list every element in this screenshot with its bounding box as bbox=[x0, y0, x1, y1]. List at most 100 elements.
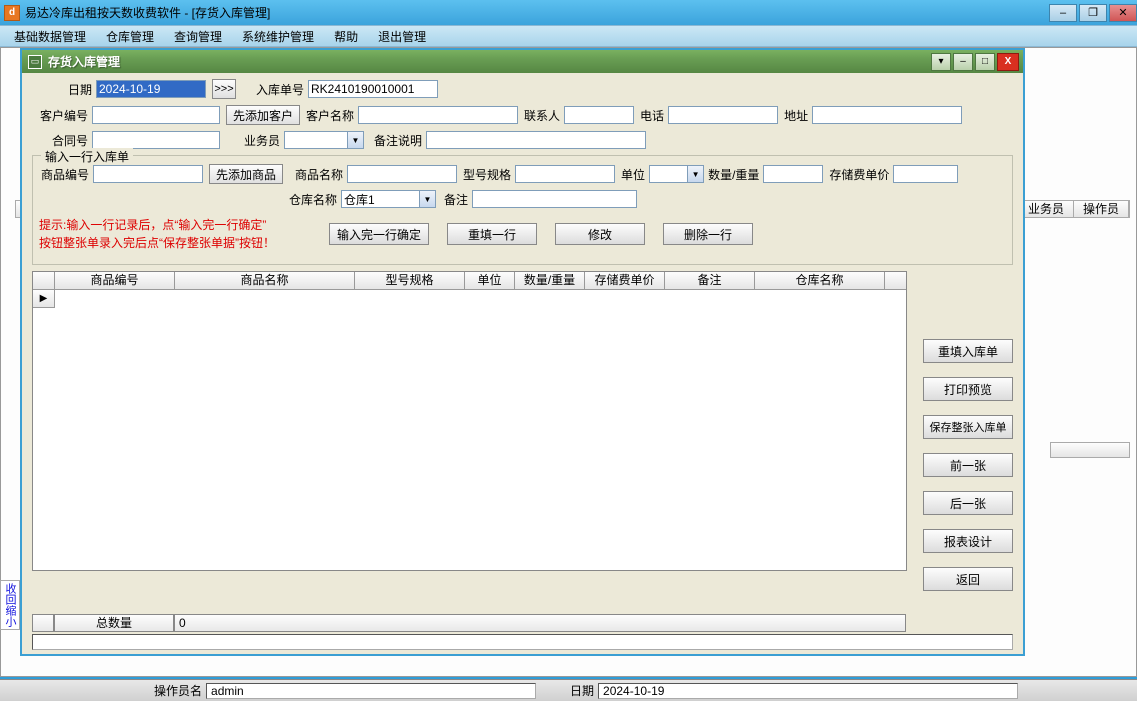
main-minimize-button[interactable]: – bbox=[1049, 4, 1077, 22]
inbound-no-input[interactable] bbox=[308, 80, 438, 98]
line-entry-group: 输入一行入库单 商品编号 先添加商品 商品名称 型号规格 单位 ▼ 数量/重量 … bbox=[32, 155, 1013, 265]
refill-line-button[interactable]: 重填一行 bbox=[447, 223, 537, 245]
contract-input[interactable] bbox=[92, 131, 220, 149]
status-operator-value: admin bbox=[206, 683, 536, 699]
product-no-label: 商品编号 bbox=[39, 166, 89, 183]
grid-header-product-name[interactable]: 商品名称 bbox=[175, 272, 355, 289]
salesman-combo[interactable]: ▼ bbox=[284, 131, 364, 149]
report-design-button[interactable]: 报表设计 bbox=[923, 529, 1013, 553]
confirm-line-button[interactable]: 输入完一行确定 bbox=[329, 223, 429, 245]
customer-no-input[interactable] bbox=[92, 106, 220, 124]
customer-no-label: 客户编号 bbox=[32, 107, 88, 124]
app-icon: d bbox=[4, 5, 20, 21]
child-restore-button[interactable]: ▾ bbox=[931, 53, 951, 71]
grid-header-spec[interactable]: 型号规格 bbox=[355, 272, 465, 289]
add-product-button[interactable]: 先添加商品 bbox=[209, 164, 283, 184]
chevron-down-icon: ▼ bbox=[347, 132, 363, 148]
date-picker-button[interactable]: >>> bbox=[212, 79, 236, 99]
items-grid[interactable]: 商品编号 商品名称 型号规格 单位 数量/重量 存储费单价 备注 仓库名称 ▶ bbox=[32, 271, 907, 571]
storage-price-label: 存储费单价 bbox=[829, 166, 889, 183]
chevron-down-icon: ▼ bbox=[687, 166, 703, 182]
back-button[interactable]: 返回 bbox=[923, 567, 1013, 591]
phone-input[interactable] bbox=[668, 106, 778, 124]
add-customer-button[interactable]: 先添加客户 bbox=[226, 105, 300, 125]
contract-label: 合同号 bbox=[42, 132, 88, 149]
customer-name-label: 客户名称 bbox=[306, 107, 354, 124]
statusbar: 操作员名 admin 日期 2024-10-19 bbox=[0, 679, 1137, 701]
main-close-button[interactable]: ✕ bbox=[1109, 4, 1137, 22]
menu-basic-data[interactable]: 基础数据管理 bbox=[4, 28, 96, 45]
child-title: 存货入库管理 bbox=[48, 53, 929, 70]
grid-header-unit[interactable]: 单位 bbox=[465, 272, 515, 289]
remark-label: 备注说明 bbox=[374, 132, 422, 149]
grid-header-price[interactable]: 存储费单价 bbox=[585, 272, 665, 289]
child-titlebar: ▭ 存货入库管理 ▾ – □ X bbox=[22, 50, 1023, 73]
address-label: 地址 bbox=[784, 107, 808, 124]
date-input[interactable] bbox=[96, 80, 206, 98]
contact-input[interactable] bbox=[564, 106, 634, 124]
salesman-label: 业务员 bbox=[244, 132, 280, 149]
collapse-tab[interactable]: 收回缩小 bbox=[0, 580, 20, 630]
main-maximize-button[interactable]: ❐ bbox=[1079, 4, 1107, 22]
main-title: 易达冷库出租按天数收费软件 - [存货入库管理] bbox=[25, 4, 1047, 21]
refill-all-button[interactable]: 重填入库单 bbox=[923, 339, 1013, 363]
menu-system[interactable]: 系统维护管理 bbox=[232, 28, 324, 45]
grid-header-qty[interactable]: 数量/重量 bbox=[515, 272, 585, 289]
product-no-input[interactable] bbox=[93, 165, 203, 183]
menu-query[interactable]: 查询管理 bbox=[164, 28, 232, 45]
status-date-value: 2024-10-19 bbox=[598, 683, 1018, 699]
hint-line2: 按钮整张单录入完后点“保存整张单据”按钮！ bbox=[39, 234, 329, 252]
grid-header-product-no[interactable]: 商品编号 bbox=[55, 272, 175, 289]
note-label: 备注 bbox=[444, 191, 468, 208]
grid-header-warehouse[interactable]: 仓库名称 bbox=[755, 272, 885, 289]
next-sheet-button[interactable]: 后一张 bbox=[923, 491, 1013, 515]
warehouse-combo[interactable]: 仓库1 ▼ bbox=[341, 190, 436, 208]
qty-input[interactable] bbox=[763, 165, 823, 183]
customer-name-input[interactable] bbox=[358, 106, 518, 124]
bg-header-salesman: 业务员 bbox=[1019, 201, 1074, 217]
menu-warehouse[interactable]: 仓库管理 bbox=[96, 28, 164, 45]
warehouse-value: 仓库1 bbox=[342, 191, 419, 208]
phone-label: 电话 bbox=[640, 107, 664, 124]
note-input[interactable] bbox=[472, 190, 637, 208]
spec-input[interactable] bbox=[515, 165, 615, 183]
totals-label: 总数量 bbox=[54, 614, 174, 632]
child-close-button[interactable]: X bbox=[997, 53, 1019, 71]
remark-input[interactable] bbox=[426, 131, 646, 149]
child-window-icon: ▭ bbox=[28, 55, 42, 69]
modify-button[interactable]: 修改 bbox=[555, 223, 645, 245]
product-name-input[interactable] bbox=[347, 165, 457, 183]
contact-label: 联系人 bbox=[524, 107, 560, 124]
prev-sheet-button[interactable]: 前一张 bbox=[923, 453, 1013, 477]
warehouse-label: 仓库名称 bbox=[289, 191, 337, 208]
product-name-label: 商品名称 bbox=[295, 166, 343, 183]
inbound-no-label: 入库单号 bbox=[244, 81, 304, 98]
child-status-strip bbox=[32, 634, 1013, 650]
line-entry-legend: 输入一行入库单 bbox=[41, 148, 133, 165]
chevron-down-icon: ▼ bbox=[419, 191, 435, 207]
menu-exit[interactable]: 退出管理 bbox=[368, 28, 436, 45]
status-operator-label: 操作员名 bbox=[150, 682, 206, 699]
child-maximize-button[interactable]: □ bbox=[975, 53, 995, 71]
unit-label: 单位 bbox=[621, 166, 645, 183]
print-preview-button[interactable]: 打印预览 bbox=[923, 377, 1013, 401]
spec-label: 型号规格 bbox=[463, 166, 511, 183]
save-all-button[interactable]: 保存整张入库单 bbox=[923, 415, 1013, 439]
totals-value: 0 bbox=[174, 614, 906, 632]
main-titlebar: d 易达冷库出租按天数收费软件 - [存货入库管理] – ❐ ✕ bbox=[0, 0, 1137, 25]
storage-price-input[interactable] bbox=[893, 165, 958, 183]
menu-help[interactable]: 帮助 bbox=[324, 28, 368, 45]
date-label: 日期 bbox=[52, 81, 92, 98]
grid-row[interactable]: ▶ bbox=[33, 290, 906, 308]
status-date-label: 日期 bbox=[566, 682, 598, 699]
bg-header-operator: 操作员 bbox=[1074, 201, 1129, 217]
grid-corner bbox=[33, 272, 55, 289]
child-window: ▭ 存货入库管理 ▾ – □ X 日期 >>> 入库单号 客户编号 bbox=[20, 48, 1025, 656]
grid-header-note[interactable]: 备注 bbox=[665, 272, 755, 289]
unit-combo[interactable]: ▼ bbox=[649, 165, 704, 183]
address-input[interactable] bbox=[812, 106, 962, 124]
delete-line-button[interactable]: 删除一行 bbox=[663, 223, 753, 245]
child-minimize-button[interactable]: – bbox=[953, 53, 973, 71]
hint-line1: 提示:输入一行记录后，点“输入完一行确定” bbox=[39, 216, 329, 234]
qty-label: 数量/重量 bbox=[708, 166, 759, 183]
